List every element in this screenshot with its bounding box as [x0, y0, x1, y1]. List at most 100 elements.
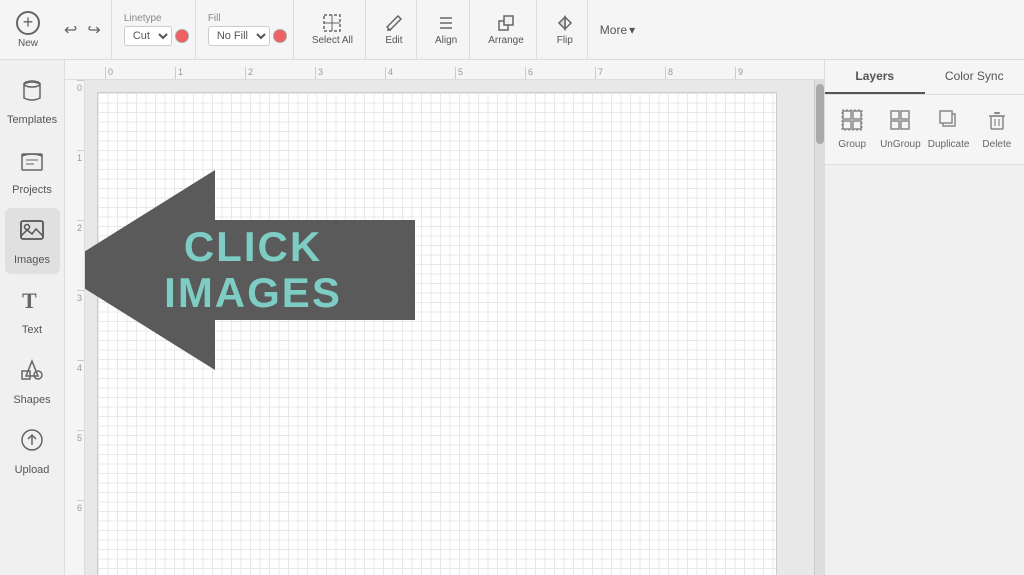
svg-text:T: T — [22, 288, 37, 313]
ruler-mark-5: 5 — [455, 67, 525, 79]
select-all-icon — [322, 13, 342, 33]
arrange-group: Arrange — [476, 0, 537, 59]
fill-label: Fill — [208, 13, 221, 24]
group-button[interactable]: Group — [829, 103, 875, 156]
group-label: Group — [838, 139, 866, 150]
panel-actions: Group UnGroup — [825, 95, 1024, 165]
ruler-mark-2: 2 — [245, 67, 315, 79]
fill-label-group: Fill No Fill — [208, 13, 287, 46]
delete-button[interactable]: Delete — [974, 103, 1020, 156]
text-icon: T — [18, 286, 46, 320]
fill-group: Fill No Fill — [202, 0, 294, 59]
duplicate-icon — [938, 109, 960, 136]
fill-select-row: No Fill — [208, 26, 287, 46]
sidebar-item-images[interactable]: Images — [5, 208, 60, 274]
ruler-mark-v-1: 1 — [77, 150, 84, 220]
flip-group: Flip — [543, 0, 588, 59]
canvas-area: 0 1 2 3 4 5 6 7 8 9 0 1 2 3 4 5 6 — [65, 60, 824, 575]
group-icon — [841, 109, 863, 136]
duplicate-button[interactable]: Duplicate — [926, 103, 972, 156]
new-label: New — [18, 38, 38, 49]
delete-label: Delete — [982, 139, 1011, 150]
images-icon — [18, 216, 46, 250]
ruler-mark-0: 0 — [105, 67, 175, 79]
ruler-mark-7: 7 — [595, 67, 665, 79]
sidebar-item-text[interactable]: T Text — [5, 278, 60, 344]
upload-icon — [18, 426, 46, 460]
tab-color-sync[interactable]: Color Sync — [925, 60, 1024, 94]
tab-color-sync-label: Color Sync — [945, 69, 1004, 83]
sidebar-item-templates[interactable]: Templates — [5, 68, 60, 134]
images-label: Images — [14, 254, 50, 266]
projects-icon — [18, 146, 46, 180]
linetype-group: Linetype Cut — [118, 0, 196, 59]
canvas-with-ruler: 0 1 2 3 4 5 6 CLICK — [65, 80, 824, 575]
ruler-horizontal: 0 1 2 3 4 5 6 7 8 9 — [65, 60, 824, 80]
flip-label: Flip — [557, 35, 573, 46]
arrange-icon — [496, 13, 516, 33]
select-all-group: Select All — [300, 0, 366, 59]
text-label: Text — [22, 324, 42, 336]
templates-icon — [18, 76, 46, 110]
ungroup-button[interactable]: UnGroup — [877, 103, 923, 156]
ruler-mark-1: 1 — [175, 67, 245, 79]
edit-button[interactable]: Edit — [378, 9, 410, 50]
more-button[interactable]: More ▾ — [594, 19, 641, 41]
ruler-mark-v-5: 5 — [77, 430, 84, 500]
arrange-label: Arrange — [488, 35, 524, 46]
sidebar-item-shapes[interactable]: Shapes — [5, 348, 60, 414]
layers-content — [825, 165, 1024, 575]
ruler-mark-9: 9 — [735, 67, 805, 79]
ungroup-icon — [889, 109, 911, 136]
scrollbar-thumb[interactable] — [816, 84, 824, 144]
align-label: Align — [435, 35, 457, 46]
shapes-icon — [18, 356, 46, 390]
arrow-container: CLICK IMAGES — [85, 140, 415, 400]
align-icon — [436, 13, 456, 33]
linetype-select-row: Cut — [124, 26, 189, 46]
upload-label: Upload — [15, 464, 50, 476]
align-button[interactable]: Align — [429, 9, 463, 50]
redo-button[interactable]: ↪ — [83, 16, 104, 44]
ruler-mark-v-3: 3 — [77, 290, 84, 360]
more-arrow-icon: ▾ — [629, 23, 635, 37]
undo-button[interactable]: ↩ — [60, 16, 81, 44]
fill-select[interactable]: No Fill — [208, 26, 270, 46]
sidebar-item-projects[interactable]: Projects — [5, 138, 60, 204]
linetype-label: Linetype — [124, 13, 162, 24]
tab-layers-label: Layers — [855, 69, 894, 83]
main-area: Templates Projects Images — [0, 60, 1024, 575]
ruler-mark-v-2: 2 — [77, 220, 84, 290]
templates-label: Templates — [7, 114, 57, 126]
ruler-vertical: 0 1 2 3 4 5 6 — [65, 80, 85, 575]
align-group: Align — [423, 0, 470, 59]
ruler-mark-3: 3 — [315, 67, 385, 79]
sidebar-item-upload[interactable]: Upload — [5, 418, 60, 484]
select-all-button[interactable]: Select All — [306, 9, 359, 50]
arrange-button[interactable]: Arrange — [482, 9, 530, 50]
ruler-h-marks: 0 1 2 3 4 5 6 7 8 9 — [105, 67, 824, 79]
ruler-mark-6: 6 — [525, 67, 595, 79]
canvas[interactable]: CLICK IMAGES — [85, 80, 814, 575]
tab-layers[interactable]: Layers — [825, 60, 925, 94]
fill-color-swatch — [273, 29, 287, 43]
ungroup-label: UnGroup — [880, 139, 921, 150]
main-toolbar: + New ↩ ↪ Linetype Cut Fill No Fill — [0, 0, 1024, 60]
flip-icon — [555, 13, 575, 33]
new-button[interactable]: + New — [8, 5, 48, 55]
left-sidebar: Templates Projects Images — [0, 60, 65, 575]
undo-redo-group: ↩ ↪ — [54, 0, 112, 59]
shapes-label: Shapes — [13, 394, 50, 406]
ruler-mark-v-6: 6 — [77, 500, 84, 570]
ruler-mark-4: 4 — [385, 67, 455, 79]
flip-button[interactable]: Flip — [549, 9, 581, 50]
ruler-mark-8: 8 — [665, 67, 735, 79]
linetype-color-swatch — [175, 29, 189, 43]
linetype-select[interactable]: Cut — [124, 26, 172, 46]
right-panel: Layers Color Sync Group — [824, 60, 1024, 575]
scrollbar-vertical[interactable] — [814, 80, 824, 575]
duplicate-label: Duplicate — [928, 139, 970, 150]
edit-group: Edit — [372, 0, 417, 59]
more-label: More — [600, 23, 627, 37]
ruler-mark-v-0: 0 — [77, 80, 84, 150]
